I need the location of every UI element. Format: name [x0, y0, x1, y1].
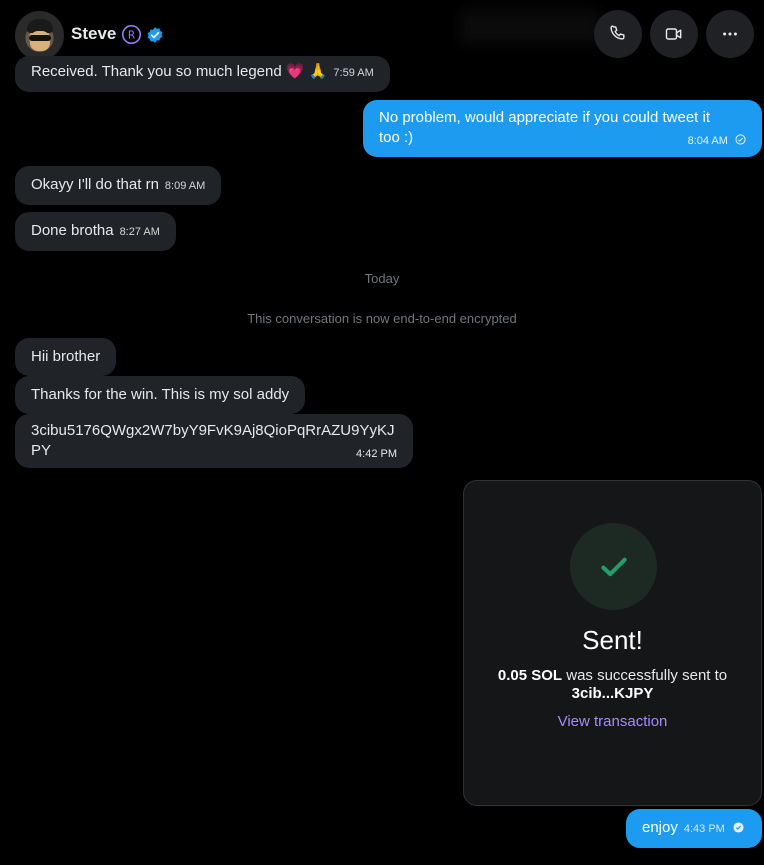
- message-time: 4:42 PM: [356, 448, 397, 460]
- phone-icon: [610, 25, 625, 40]
- call-button[interactable]: [594, 10, 642, 58]
- contact-name[interactable]: Steve: [71, 24, 116, 44]
- read-check-icon: [733, 822, 744, 833]
- message-text: Thanks for the win. This is my sol addy: [31, 386, 290, 403]
- message-status: 8:04 AM: [688, 131, 746, 151]
- success-indicator: [570, 523, 657, 610]
- sent-amount: 0.05 SOL: [497, 667, 563, 684]
- blurred-region: [460, 10, 600, 44]
- transaction-card: Sent! 0.05 SOL was successfully sent to …: [463, 480, 762, 806]
- message-time: 8:04 AM: [687, 135, 728, 147]
- card-title: Sent!: [582, 625, 643, 655]
- date-separator: Today: [364, 271, 400, 286]
- video-call-button[interactable]: [650, 10, 698, 58]
- avatar[interactable]: [15, 11, 64, 60]
- view-transaction-link[interactable]: View transaction: [464, 713, 761, 730]
- message-time: 7:59 AM: [333, 67, 374, 79]
- message-bubble-received[interactable]: Received. Thank you so much legend 💗 🙏 7:…: [15, 56, 390, 92]
- message-bubble-received[interactable]: Done brotha 8:27 AM: [15, 212, 176, 251]
- message-text: Done brotha: [31, 222, 114, 239]
- message-time: 8:27 AM: [119, 226, 160, 238]
- message-text: Okayy I'll do that rn: [31, 176, 159, 193]
- sent-message: was successfully sent to: [562, 667, 728, 684]
- checkmark-icon: [601, 557, 627, 577]
- message-text-line2: too :): [379, 129, 414, 146]
- message-bubble-received[interactable]: Thanks for the win. This is my sol addy: [15, 376, 306, 414]
- message-text: enjoy: [642, 819, 678, 836]
- message-text: Received. Thank you so much legend 💗 🙏: [31, 63, 328, 80]
- message-bubble-sent[interactable]: enjoy 4:43 PM: [626, 809, 762, 848]
- more-options-button[interactable]: [706, 10, 754, 58]
- message-text-line1: 3cibu5176QWgx2W7byY9FvK9Aj8QioPqRrAZU9Yy…: [31, 422, 395, 439]
- message-time: 4:43 PM: [683, 823, 725, 835]
- svg-text:R: R: [128, 29, 135, 41]
- message-bubble-received[interactable]: Hii brother: [15, 338, 117, 376]
- message-text-line1: No problem, would appreciate if you coul…: [379, 109, 711, 126]
- message-bubble-sent[interactable]: No problem, would appreciate if you coul…: [363, 100, 762, 157]
- message-text-line2: PY: [31, 442, 52, 459]
- verified-badge-icon: [147, 27, 163, 43]
- recipient-address: 3cib...KJPY: [571, 685, 654, 702]
- card-message: 0.05 SOL was successfully sent to 3cib..…: [464, 667, 761, 703]
- registered-icon: R: [121, 24, 142, 45]
- avatar-face: [30, 31, 50, 51]
- more-icon: [723, 32, 737, 36]
- video-icon: [665, 28, 682, 40]
- message-time: 8:09 AM: [164, 180, 206, 192]
- message-bubble-received[interactable]: Okayy I'll do that rn 8:09 AM: [15, 166, 222, 205]
- message-text: Hii brother: [31, 348, 101, 365]
- message-bubble-received[interactable]: 3cibu5176QWgx2W7byY9FvK9Aj8QioPqRrAZU9Yy…: [15, 414, 413, 468]
- encryption-notice: This conversation is now end-to-end encr…: [247, 311, 517, 326]
- avatar-shades: [29, 35, 51, 41]
- sent-check-icon: [735, 134, 746, 145]
